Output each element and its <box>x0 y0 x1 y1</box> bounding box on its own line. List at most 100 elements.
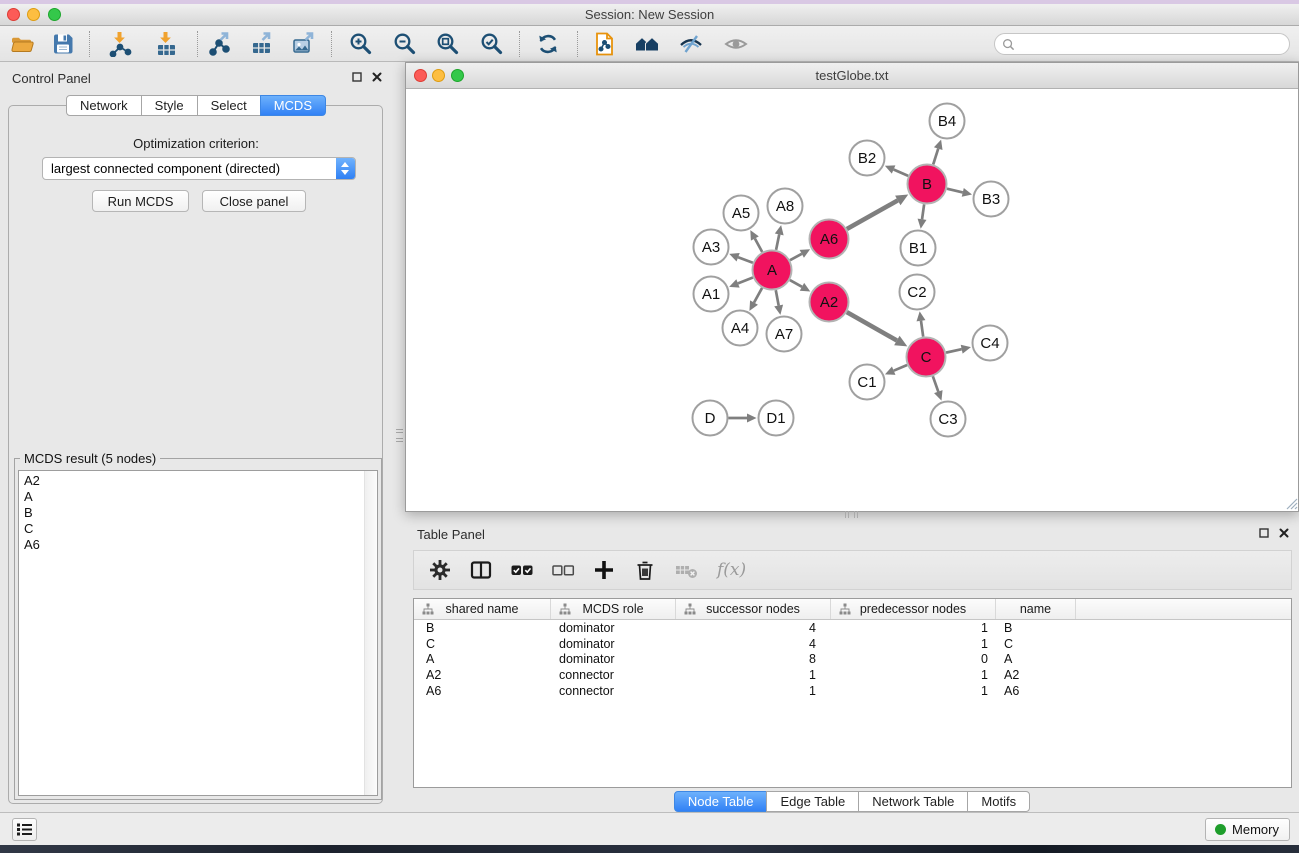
import-network-button[interactable] <box>103 30 137 58</box>
close-panel-button[interactable]: Close panel <box>202 190 306 212</box>
table-cell[interactable]: 1 <box>676 684 831 698</box>
table-cell[interactable]: 1 <box>831 668 996 682</box>
graph-edge[interactable] <box>894 170 909 176</box>
tab-network[interactable]: Network <box>66 95 142 116</box>
network-view-window[interactable]: testGlobe.txt B4B2BB3A8A5A6A3B1AA1C2A2A4… <box>405 62 1299 512</box>
graph-edge[interactable] <box>738 278 753 284</box>
result-list-item[interactable]: B <box>24 505 377 521</box>
graph-edge[interactable] <box>847 312 897 340</box>
tab-mcds[interactable]: MCDS <box>260 95 326 116</box>
criterion-dropdown[interactable]: largest connected component (directed) <box>42 157 356 180</box>
table-cell[interactable]: A6 <box>996 684 1076 698</box>
network-graph[interactable]: B4B2BB3A8A5A6A3B1AA1C2A2A4A7C4CC1C3DD1 <box>406 90 1298 511</box>
table-cell[interactable]: 0 <box>831 652 996 666</box>
table-body[interactable]: Bdominator41BCdominator41CAdominator80AA… <box>414 620 1291 698</box>
table-row[interactable]: A6connector11A6 <box>414 683 1291 699</box>
result-list-item[interactable]: A2 <box>24 473 377 489</box>
node-table[interactable]: shared nameMCDS rolesuccessor nodesprede… <box>413 598 1292 788</box>
table-row[interactable]: Bdominator41B <box>414 620 1291 636</box>
export-image-button[interactable] <box>287 30 321 58</box>
graph-edge[interactable] <box>754 288 762 303</box>
network-close-button[interactable] <box>414 69 427 82</box>
table-cell[interactable]: C <box>996 637 1076 651</box>
table-cell[interactable]: connector <box>551 668 676 682</box>
table-header-row[interactable]: shared nameMCDS rolesuccessor nodesprede… <box>414 599 1291 620</box>
tab-select[interactable]: Select <box>197 95 261 116</box>
zoom-in-button[interactable] <box>344 30 378 58</box>
minimize-window-button[interactable] <box>27 8 40 21</box>
graph-edge[interactable] <box>894 365 907 371</box>
eye-button[interactable] <box>719 30 753 58</box>
table-cell[interactable]: 1 <box>831 637 996 651</box>
column-layout-button[interactable] <box>469 558 493 582</box>
clear-checks-button[interactable] <box>551 558 575 582</box>
delete-column-button[interactable] <box>633 558 657 582</box>
network-minimize-button[interactable] <box>432 69 445 82</box>
zoom-window-button[interactable] <box>48 8 61 21</box>
add-column-button[interactable] <box>592 558 616 582</box>
result-list-scrollbar[interactable] <box>364 471 377 795</box>
import-table-button[interactable] <box>149 30 183 58</box>
result-list-item[interactable]: C <box>24 521 377 537</box>
column-header-MCDS-role[interactable]: MCDS role <box>551 599 676 619</box>
graph-edge[interactable] <box>738 257 753 263</box>
tab-edge-table[interactable]: Edge Table <box>766 791 859 812</box>
graph-edge[interactable] <box>933 149 938 165</box>
zoom-out-button[interactable] <box>388 30 422 58</box>
graph-edge[interactable] <box>790 280 802 287</box>
table-cell[interactable]: A2 <box>414 668 551 682</box>
export-network-button[interactable] <box>202 30 236 58</box>
table-row[interactable]: A2connector11A2 <box>414 667 1291 683</box>
zoom-selected-button[interactable] <box>475 30 509 58</box>
table-cell[interactable]: 8 <box>676 652 831 666</box>
table-cell[interactable]: dominator <box>551 637 676 651</box>
table-cell[interactable]: 1 <box>676 668 831 682</box>
network-window-titlebar[interactable]: testGlobe.txt <box>406 63 1298 89</box>
table-cell[interactable]: C <box>414 637 551 651</box>
table-cell[interactable]: 4 <box>676 637 831 651</box>
table-cell[interactable]: dominator <box>551 621 676 635</box>
result-list-item[interactable]: A6 <box>24 537 377 553</box>
result-list-item[interactable]: A <box>24 489 377 505</box>
close-window-button[interactable] <box>7 8 20 21</box>
graph-edge[interactable] <box>847 200 898 229</box>
column-header-predecessor-nodes[interactable]: predecessor nodes <box>831 599 996 619</box>
clone-network-button[interactable] <box>588 30 622 58</box>
close-table-panel-icon[interactable] <box>1279 528 1289 538</box>
graph-edge[interactable] <box>921 321 923 337</box>
graph-edge[interactable] <box>946 349 962 352</box>
refresh-layout-button[interactable] <box>531 30 565 58</box>
column-header-name[interactable]: name <box>996 599 1076 619</box>
search-input[interactable] <box>994 33 1290 55</box>
table-cell[interactable]: A <box>996 652 1076 666</box>
column-header-successor-nodes[interactable]: successor nodes <box>676 599 831 619</box>
save-session-button[interactable] <box>46 30 80 58</box>
open-file-button[interactable] <box>5 30 39 58</box>
table-settings-gear-button[interactable] <box>428 558 452 582</box>
table-cell[interactable]: A2 <box>996 668 1076 682</box>
table-cell[interactable]: connector <box>551 684 676 698</box>
float-table-panel-icon[interactable] <box>1259 528 1269 538</box>
window-resize-grip[interactable] <box>1283 495 1298 510</box>
tab-style[interactable]: Style <box>141 95 198 116</box>
graph-edge[interactable] <box>933 376 938 391</box>
graph-edge[interactable] <box>755 238 762 252</box>
tab-node-table[interactable]: Node Table <box>674 791 768 812</box>
select-all-checks-button[interactable] <box>510 558 534 582</box>
table-cell[interactable]: 4 <box>676 621 831 635</box>
table-cell[interactable]: B <box>996 621 1076 635</box>
table-cell[interactable]: A <box>414 652 551 666</box>
network-canvas[interactable]: B4B2BB3A8A5A6A3B1AA1C2A2A4A7C4CC1C3DD1 <box>406 90 1298 510</box>
first-neighbors-button[interactable] <box>630 30 664 58</box>
memory-button[interactable]: Memory <box>1205 818 1290 841</box>
graph-edge[interactable] <box>922 204 924 219</box>
column-header-shared-name[interactable]: shared name <box>414 599 551 619</box>
float-panel-icon[interactable] <box>352 72 362 82</box>
graph-edge[interactable] <box>776 234 779 249</box>
table-cell[interactable]: 1 <box>831 684 996 698</box>
main-titlebar[interactable]: Session: New Session <box>0 4 1299 26</box>
tab-motifs[interactable]: Motifs <box>967 791 1030 812</box>
table-cell[interactable]: A6 <box>414 684 551 698</box>
graph-edge[interactable] <box>947 189 963 193</box>
export-table-button[interactable] <box>244 30 278 58</box>
